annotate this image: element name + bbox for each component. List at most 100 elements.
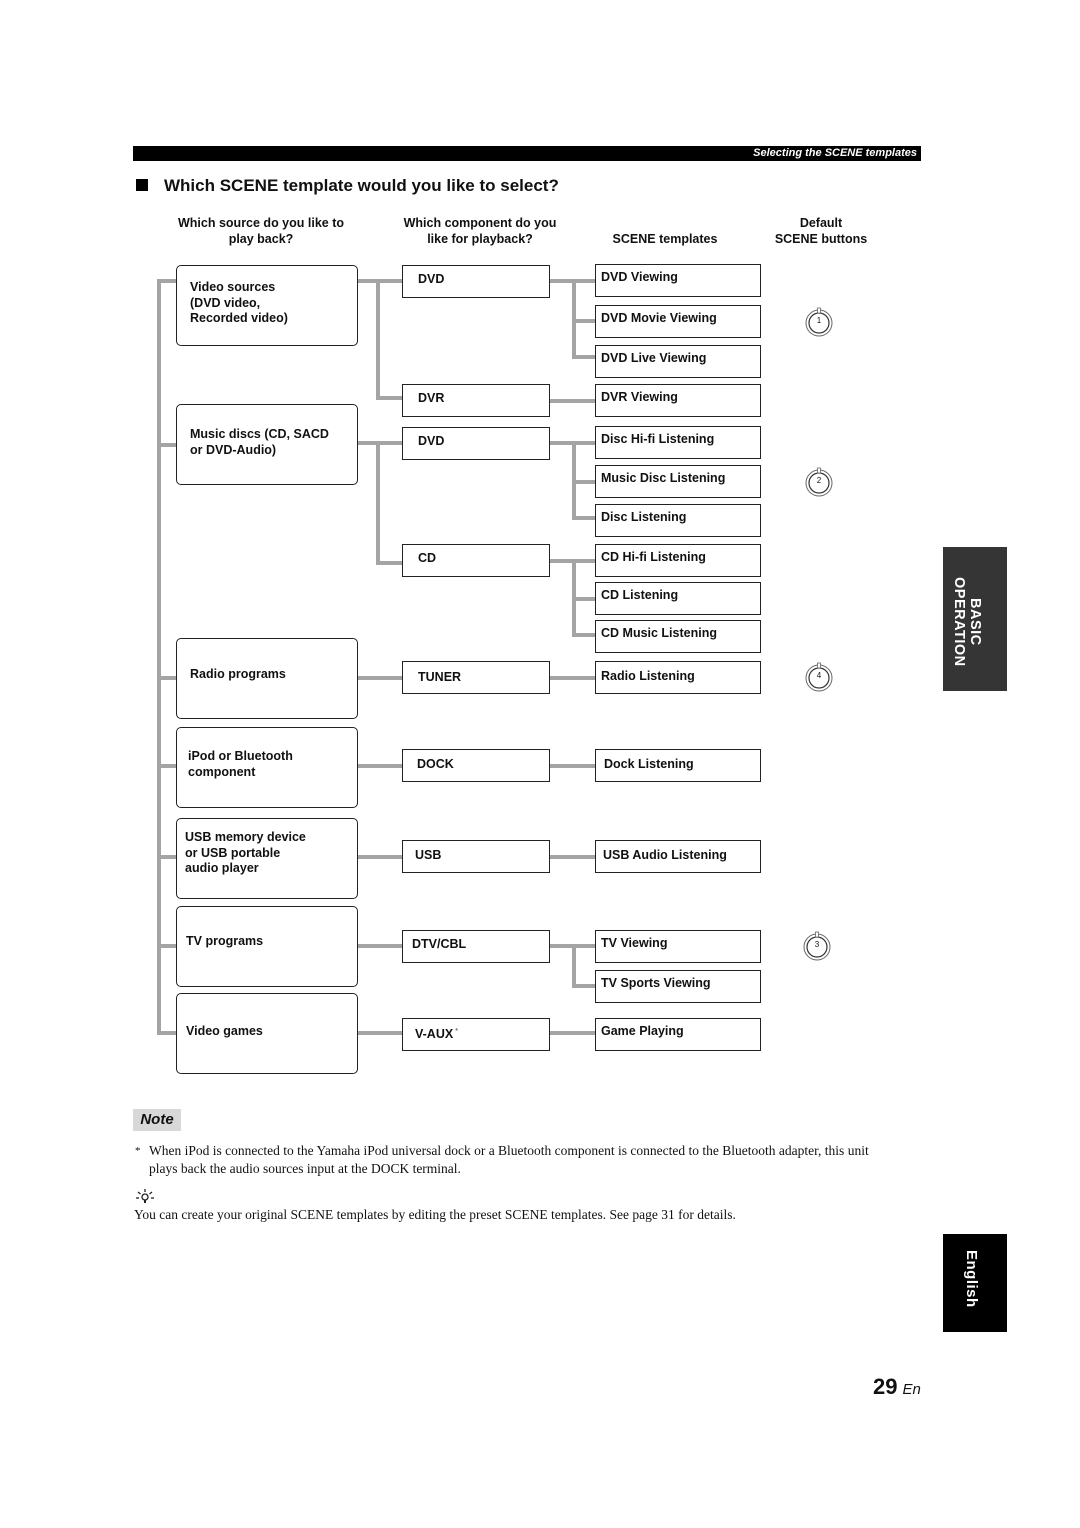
component-box-dvd: DVD [402, 265, 550, 298]
connector-line [572, 319, 595, 323]
template-box: USB Audio Listening [595, 840, 761, 873]
source-label: Recorded video) [190, 311, 288, 325]
template-box: Dock Listening [595, 749, 761, 782]
source-label: TV programs [186, 934, 264, 948]
connector-line [572, 480, 595, 484]
page-number: 29 En [873, 1374, 921, 1403]
source-label: Radio programs [190, 667, 286, 681]
template-box: Music Disc Listening [595, 465, 761, 498]
connector-line [157, 279, 161, 1035]
section-title-text: Which SCENE template would you like to s… [164, 176, 559, 195]
column-heading-source-line2: play back? [228, 232, 294, 246]
source-label: or USB portable [185, 845, 281, 860]
component-box-cd: CD [402, 544, 550, 577]
scene-button-2: 2 [804, 467, 834, 497]
note-text-line2: plays back the audio sources input at th… [149, 1161, 461, 1176]
connector-line [357, 676, 403, 680]
connector-line [572, 355, 595, 359]
side-tab-basic-text: BASIC [967, 598, 983, 646]
square-bullet-icon [136, 179, 148, 191]
component-box-dvd-audio: DVD [402, 427, 550, 460]
connector-line [157, 1031, 177, 1035]
tip-text: You can create your original SCENE templ… [134, 1207, 736, 1222]
source-box-video: Video sources (DVD video, Recorded video… [176, 265, 358, 346]
connector-line [572, 944, 576, 988]
template-box: TV Sports Viewing [595, 970, 761, 1003]
scene-button-number: 4 [816, 671, 822, 680]
component-box-v-aux: V-AUX * [402, 1018, 550, 1051]
scene-button-4: 4 [804, 662, 834, 692]
column-heading-templates: SCENE templates [590, 231, 740, 247]
section-header-bar: Selecting the SCENE templates [133, 146, 921, 161]
source-box-usb: USB memory device or USB portable audio … [176, 818, 358, 899]
template-box: DVR Viewing [595, 384, 761, 417]
column-heading-buttons-line1: Default [799, 216, 843, 230]
footnote-marker: * [455, 1028, 458, 1035]
connector-line [157, 764, 177, 768]
connector-line [549, 855, 595, 859]
connector-line [376, 441, 380, 565]
component-box-tuner: TUNER [402, 661, 550, 694]
connector-line [572, 597, 595, 601]
page-language-suffix: En [902, 1381, 921, 1398]
column-heading-buttons: Default SCENE buttons [760, 215, 882, 247]
connector-line [549, 399, 595, 403]
scene-button-number: 3 [814, 940, 820, 949]
note-label: Note [133, 1109, 181, 1131]
template-box: Disc Hi-fi Listening [595, 426, 761, 459]
source-label: iPod or Bluetooth [188, 749, 293, 763]
template-box: DVD Live Viewing [595, 345, 761, 378]
connector-line [157, 855, 177, 859]
side-tab-english-label: English [963, 1250, 980, 1308]
connector-line [376, 396, 403, 400]
template-box: Radio Listening [595, 661, 761, 694]
template-box: TV Viewing [595, 930, 761, 963]
component-box-dock: DOCK [402, 749, 550, 782]
connector-line [157, 279, 177, 283]
source-box-radio: Radio programs [176, 638, 358, 719]
scene-button-number: 2 [816, 476, 822, 485]
note-text: When iPod is connected to the Yamaha iPo… [149, 1142, 929, 1178]
section-header-text: Selecting the SCENE templates [753, 147, 917, 159]
source-box-music-discs: Music discs (CD, SACD or DVD-Audio) [176, 404, 358, 485]
section-title: Which SCENE template would you like to s… [136, 175, 559, 197]
component-label: V-AUX [415, 1027, 454, 1042]
connector-line [357, 279, 403, 283]
connector-line [549, 764, 595, 768]
side-tab-basic-operation-label: BASIC OPERATION [951, 567, 983, 677]
template-box: Disc Listening [595, 504, 761, 537]
column-heading-component-line2: like for playback? [427, 232, 533, 246]
source-box-ipod-bluetooth: iPod or Bluetooth component [176, 727, 358, 808]
connector-line [549, 1031, 595, 1035]
connector-line [357, 764, 403, 768]
connector-line [376, 279, 380, 400]
scene-button-number: 1 [816, 316, 822, 325]
side-tab-basic-operation[interactable]: BASIC OPERATION [943, 547, 1007, 691]
source-label: Music discs (CD, SACD [190, 427, 329, 441]
connector-line [357, 944, 403, 948]
connector-line [572, 516, 595, 520]
connector-line [357, 855, 403, 859]
page-number-value: 29 [873, 1374, 898, 1399]
source-label: Video sources [190, 280, 276, 294]
connector-line [549, 676, 595, 680]
source-label: or DVD-Audio) [190, 442, 277, 457]
source-box-tv: TV programs [176, 906, 358, 987]
side-tab-operation-text: OPERATION [951, 577, 967, 667]
template-box: CD Music Listening [595, 620, 761, 653]
template-box: DVD Movie Viewing [595, 305, 761, 338]
source-label: audio player [185, 861, 259, 875]
connector-line [572, 984, 595, 988]
connector-line [572, 633, 595, 637]
column-heading-buttons-line2: SCENE buttons [774, 232, 868, 246]
connector-line [157, 676, 177, 680]
column-heading-source-line1: Which source do you like to [178, 216, 344, 230]
scene-button-3: 3 [802, 931, 832, 961]
component-box-dtv-cbl: DTV/CBL [402, 930, 550, 963]
column-heading-source: Which source do you like to play back? [160, 215, 362, 247]
template-box: Game Playing [595, 1018, 761, 1051]
side-tab-english[interactable]: English [943, 1234, 1007, 1332]
source-label: component [188, 764, 256, 779]
note-text-line1: When iPod is connected to the Yamaha iPo… [149, 1143, 869, 1158]
component-box-usb: USB [402, 840, 550, 873]
